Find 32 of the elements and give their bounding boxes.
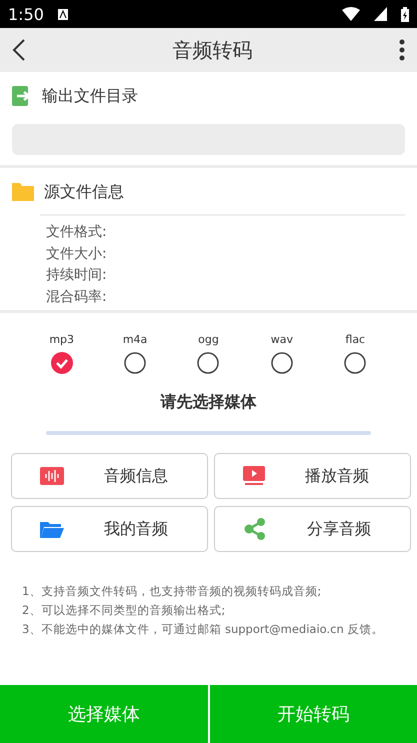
action-button[interactable]: 播放音频 — [214, 453, 411, 499]
status-time: 1:50 — [8, 4, 44, 24]
info-label: 持续时间: — [46, 266, 108, 285]
info-label: 文件大小: — [46, 244, 108, 264]
wifi-icon — [342, 7, 360, 21]
sound-wave-icon — [40, 467, 64, 485]
info-label: 混合码率: — [46, 288, 108, 306]
section-title: 输出文件目录 — [42, 86, 138, 106]
share-icon — [243, 517, 267, 541]
folder-icon — [12, 183, 34, 201]
info-label: 文件格式: — [46, 223, 108, 242]
format-option[interactable]: wav — [256, 333, 307, 374]
note-text: 2、可以选择不同类型的音频输出格式; — [22, 603, 226, 618]
back-icon[interactable] — [12, 39, 26, 61]
format-option[interactable]: flac — [330, 333, 380, 374]
battery-icon — [401, 6, 409, 22]
action-button[interactable]: 音频信息 — [11, 453, 208, 499]
screen-title: 音频转码 — [172, 36, 252, 64]
keyboard-icon — [58, 8, 68, 20]
format-option[interactable]: ogg — [183, 333, 234, 374]
action-button[interactable]: 分享音频 — [214, 506, 411, 552]
status-message: 请先选择媒体 — [159, 392, 258, 413]
signal-icon — [374, 7, 387, 21]
more-menu-icon[interactable] — [399, 39, 405, 61]
action-button[interactable]: 我的音频 — [11, 506, 208, 552]
format-option[interactable]: mp3 — [36, 333, 87, 374]
note-text: 1、支持音频文件转码，也支持带音频的视频转码成音频; — [22, 584, 322, 599]
folder-icon — [40, 520, 64, 538]
format-option[interactable]: m4a — [110, 333, 160, 374]
note-text: 3、不能选中的媒体文件，可通过邮箱 support@mediaio.cn 反馈。 — [22, 622, 384, 637]
play-screen-icon — [243, 466, 265, 486]
section-title: 源文件信息 — [44, 182, 124, 202]
